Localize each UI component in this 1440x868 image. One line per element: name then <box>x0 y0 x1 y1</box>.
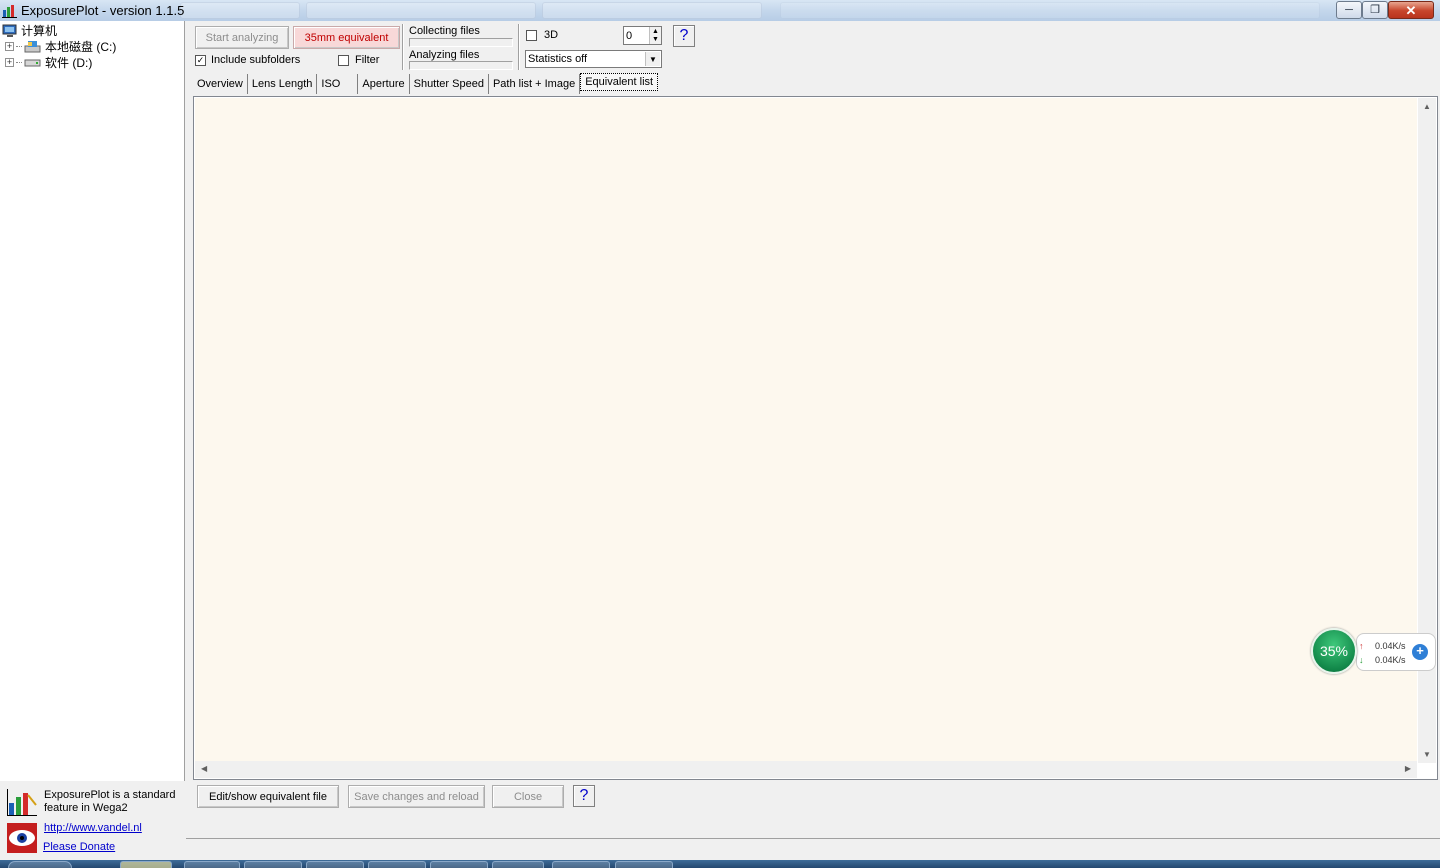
minimize-button[interactable]: ─ <box>1336 1 1362 19</box>
statistics-value: Statistics off <box>528 53 588 65</box>
upload-arrow-icon: ↑ <box>1359 641 1364 651</box>
download-rate: 0.04K/s <box>1375 655 1406 665</box>
editor-text-area[interactable] <box>195 98 1417 763</box>
tab-lens-length[interactable]: Lens Length <box>248 74 318 94</box>
expand-icon[interactable]: + <box>5 58 14 67</box>
tree-label-computer: 计算机 <box>21 24 58 38</box>
include-subfolders-checkbox[interactable]: ✓ <box>195 55 206 66</box>
scroll-up-icon[interactable]: ▲ <box>1423 102 1431 111</box>
start-analyzing-button[interactable]: Start analyzing <box>195 26 289 49</box>
editor-help-button[interactable]: ? <box>573 785 595 807</box>
minimize-icon: ─ <box>1345 3 1353 16</box>
spin-up-icon[interactable]: ▲ <box>650 27 661 36</box>
spinner-value: 0 <box>626 29 633 42</box>
upload-rate: 0.04K/s <box>1375 641 1406 651</box>
app-icon <box>2 5 17 18</box>
35mm-equivalent-button[interactable]: 35mm equivalent <box>293 26 400 49</box>
maximize-button[interactable]: ❐ <box>1362 1 1388 19</box>
equivalent-list-editor[interactable]: ▲ ▼ ◀ ▶ <box>193 96 1438 780</box>
tab-overview[interactable]: Overview <box>193 74 248 94</box>
value-spinner[interactable]: 0 ▲ ▼ <box>623 26 662 45</box>
save-changes-reload-button[interactable]: Save changes and reload <box>348 785 485 808</box>
filter-label: Filter <box>355 54 380 66</box>
scroll-down-icon[interactable]: ▼ <box>1423 750 1431 759</box>
dropdown-arrow-icon[interactable]: ▼ <box>645 52 660 66</box>
website-link[interactable]: http://www.vandel.nl <box>44 822 142 834</box>
promo-panel: ExposurePlot is a standard feature in We… <box>0 781 185 868</box>
close-icon: ✕ <box>1405 2 1417 18</box>
tab-path-list-image[interactable]: Path list + Image <box>489 74 581 94</box>
donate-link[interactable]: Please Donate <box>43 841 115 853</box>
close-editor-button[interactable]: Close <box>492 785 564 808</box>
tab-equivalent-list[interactable]: Equivalent list <box>580 73 659 91</box>
tab-iso[interactable]: ISO <box>317 74 359 94</box>
statistics-dropdown[interactable]: Statistics off ▼ <box>525 50 662 68</box>
tree-label-drive-c: 本地磁盘 (C:) <box>45 40 117 54</box>
chart-logo-icon <box>7 789 37 816</box>
analyzing-progress <box>409 61 513 70</box>
drive-icon <box>24 59 41 67</box>
tree-item-computer[interactable]: 计算机 <box>2 23 57 38</box>
folder-tree[interactable]: 计算机 + 本地磁盘 (C:) + 软件 (D:) <box>0 21 185 781</box>
scroll-left-icon[interactable]: ◀ <box>201 764 207 773</box>
analyzing-files-label: Analyzing files <box>409 49 480 61</box>
status-bar <box>186 838 1440 860</box>
collecting-files-label: Collecting files <box>409 25 480 37</box>
edit-show-equivalent-button[interactable]: Edit/show equivalent file <box>197 785 339 808</box>
title-bar <box>0 0 1440 21</box>
taskbar <box>0 860 1440 868</box>
tree-label-drive-d: 软件 (D:) <box>45 56 93 70</box>
close-window-button[interactable]: ✕ <box>1388 1 1434 19</box>
3d-checkbox[interactable] <box>526 30 537 41</box>
window-title: ExposurePlot - version 1.1.5 <box>21 3 185 18</box>
tab-aperture[interactable]: Aperture <box>358 74 410 94</box>
3d-label: 3D <box>544 29 559 41</box>
tab-shutter-speed[interactable]: Shutter Speed <box>410 74 489 94</box>
promo-text: ExposurePlot is a standard feature in We… <box>44 789 176 814</box>
tree-item-drive-d[interactable]: + 软件 (D:) <box>5 55 92 70</box>
plus-icon[interactable]: + <box>1412 644 1428 660</box>
tab-strip: Overview Lens Length ISO Aperture Shutte… <box>193 73 659 94</box>
help-button[interactable]: ? <box>673 25 695 47</box>
memory-usage-ball[interactable]: 35% <box>1311 628 1357 674</box>
include-subfolders-label: Include subfolders <box>211 54 301 66</box>
expand-icon[interactable]: + <box>5 42 14 51</box>
horizontal-scrollbar[interactable]: ◀ ▶ <box>195 761 1417 778</box>
collecting-progress <box>409 38 513 47</box>
eye-logo-icon <box>7 823 37 853</box>
scroll-right-icon[interactable]: ▶ <box>1405 764 1411 773</box>
drive-icon <box>24 41 41 53</box>
filter-checkbox[interactable] <box>338 55 349 66</box>
download-arrow-icon: ↓ <box>1359 655 1364 665</box>
spin-down-icon[interactable]: ▼ <box>650 35 661 44</box>
computer-icon <box>2 24 17 37</box>
tree-item-drive-c[interactable]: + 本地磁盘 (C:) <box>5 39 116 54</box>
restore-icon: ❐ <box>1370 3 1380 16</box>
